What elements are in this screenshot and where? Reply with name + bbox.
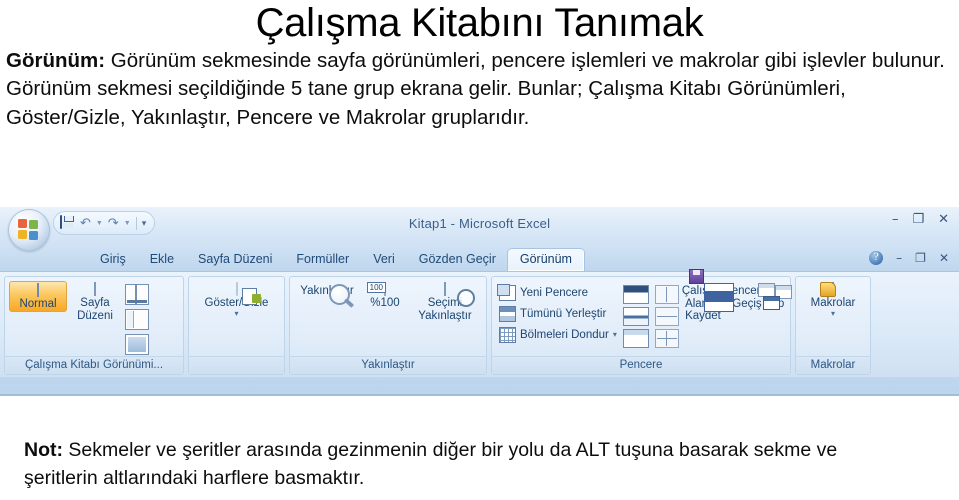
page-layout-icon <box>94 282 96 296</box>
button-zoom-100[interactable]: 100 %100 <box>360 281 410 310</box>
button-yakinlastir-label: Yakınlaştır <box>300 285 354 297</box>
note-lead: Not: <box>24 439 63 461</box>
note-rest: Sekmeler ve şeritler arasında gezinmenin… <box>24 439 838 489</box>
document-title: Kitap1 - Microsoft Excel <box>408 216 551 231</box>
group-body: Göster/Gizle ▾ <box>189 277 284 356</box>
macros-dropdown-icon[interactable]: ▾ <box>800 309 866 317</box>
body-paragraph-lead: Görünüm: <box>6 49 106 72</box>
window-command-list: Yeni Pencere Tümünü Yerleştir Bölmeleri … <box>496 281 620 344</box>
workbook-close-icon[interactable]: ✕ <box>939 252 949 264</box>
group-label-zoom: Yakınlaştır <box>290 356 486 374</box>
maximize-icon[interactable]: ❐ <box>912 213 924 226</box>
synchronous-scrolling-icon[interactable] <box>654 307 679 326</box>
split-window-icon[interactable] <box>622 285 649 304</box>
zoom-badge: 100 <box>366 282 386 293</box>
button-normal[interactable]: Normal <box>9 281 67 312</box>
help-icon[interactable]: ? <box>869 251 884 265</box>
tab-giris[interactable]: Giriş <box>88 249 138 271</box>
command-tumunu-yerlestir[interactable]: Tümünü Yerleştir <box>496 304 620 323</box>
command-bolmeleri-dondur[interactable]: Bölmeleri Dondur ▾ <box>496 325 620 344</box>
page-title: Çalışma Kitabını Tanımak <box>255 1 704 45</box>
ribbon-tab-strip: Giriş Ekle Sayfa Düzeni Formüller Veri G… <box>0 247 959 271</box>
body-paragraph-rest: Görünüm sekmesinde sayfa görünümleri, pe… <box>6 49 945 129</box>
group-label-window: Pencere <box>492 356 790 374</box>
minimize-icon[interactable]: – <box>892 213 899 226</box>
button-zoom-100-label: %100 <box>370 297 400 309</box>
tab-sayfa-duzeni[interactable]: Sayfa Düzeni <box>186 249 284 271</box>
button-makrolar-label: Makrolar <box>810 297 856 309</box>
zoom-to-selection-icon <box>444 282 446 296</box>
button-yakinlastir[interactable]: Yakınlaştır <box>294 281 360 298</box>
button-makrolar[interactable]: Makrolar ▾ <box>800 281 866 317</box>
page-break-preview-icon[interactable] <box>125 284 149 305</box>
group-body: Yakınlaştır 100 %100 Seçimi Yakınlaştır <box>290 277 486 356</box>
command-yeni-pencere[interactable]: Yeni Pencere <box>496 283 620 302</box>
tab-gorunum[interactable]: Görünüm <box>507 249 584 271</box>
command-bolmeleri-dondur-label: Bölmeleri Dondur <box>520 328 609 341</box>
office-logo-icon <box>18 219 40 241</box>
note-paragraph: Not: Sekmeler ve şeritler arasında gezin… <box>24 437 884 492</box>
workbook-views-small-buttons <box>123 281 149 356</box>
ribbon-group-zoom: Yakınlaştır 100 %100 Seçimi Yakınlaştır … <box>289 276 487 375</box>
command-tumunu-yerlestir-label: Tümünü Yerleştir <box>520 307 607 320</box>
group-label-macros: Makrolar <box>796 356 870 374</box>
button-goster-gizle[interactable]: Göster/Gizle ▾ <box>194 281 280 317</box>
command-yeni-pencere-label: Yeni Pencere <box>520 286 588 299</box>
tab-veri[interactable]: Veri <box>361 249 407 271</box>
workbook-restore-icon[interactable]: ❐ <box>915 252 926 264</box>
group-label-workbook-views: Çalışma Kitabı Görünümi... <box>5 356 183 374</box>
tab-formuller[interactable]: Formüller <box>284 249 361 271</box>
button-pencerelerde-gecis-yap[interactable]: Pencerelerde Geçiş Yap <box>724 281 792 310</box>
ribbon-body: Normal Sayfa Düzeni Çalışma Kitabı Görün… <box>0 269 959 377</box>
view-side-by-side-icon[interactable] <box>654 285 679 304</box>
ribbon-group-workbook-views: Normal Sayfa Düzeni Çalışma Kitabı Görün… <box>4 276 184 375</box>
ribbon-group-window: Yeni Pencere Tümünü Yerleştir Bölmeleri … <box>491 269 792 375</box>
tab-gozden-gecir[interactable]: Gözden Geçir <box>407 249 508 271</box>
group-body: Makrolar ▾ <box>796 277 870 356</box>
window-compare-buttons <box>652 281 682 348</box>
full-screen-icon[interactable] <box>125 334 149 355</box>
excel-ribbon-screenshot: ↶ ▼ ↷ ▼ ▾ Kitap1 - Microsoft Excel – ❐ ✕… <box>0 207 959 396</box>
body-paragraph: Görünüm: Görünüm sekmesinde sayfa görünü… <box>0 44 959 132</box>
button-calisma-alanini-kaydet[interactable]: Çalışma Alanını Kaydet <box>682 269 724 323</box>
ribbon-right-controls: ? – ❐ ✕ <box>869 251 949 265</box>
normal-view-icon <box>37 283 39 297</box>
button-sayfa-duzeni[interactable]: Sayfa Düzeni <box>67 281 123 322</box>
freeze-panes-dropdown-icon[interactable]: ▾ <box>613 330 617 339</box>
reset-window-position-icon[interactable] <box>654 329 679 348</box>
new-window-icon <box>497 283 516 301</box>
unhide-window-icon[interactable] <box>622 329 649 348</box>
macro-badge-icon <box>820 282 836 297</box>
show-hide-icon <box>235 282 238 296</box>
group-body: Yeni Pencere Tümünü Yerleştir Bölmeleri … <box>492 269 792 356</box>
window-thumbnail-buttons <box>620 281 652 348</box>
window-controls: – ❐ ✕ <box>892 213 949 226</box>
close-icon[interactable]: ✕ <box>938 213 949 226</box>
ribbon-group-macros: Makrolar ▾ Makrolar <box>795 276 871 375</box>
freeze-panes-icon <box>499 326 516 343</box>
excel-title-bar: ↶ ▼ ↷ ▼ ▾ Kitap1 - Microsoft Excel – ❐ ✕ <box>0 207 959 251</box>
group-body: Normal Sayfa Düzeni <box>5 277 183 356</box>
tab-ekle[interactable]: Ekle <box>138 249 186 271</box>
office-button-icon[interactable] <box>8 209 50 251</box>
ribbon-group-show-hide: Göster/Gizle ▾ <box>188 276 285 375</box>
custom-views-icon[interactable] <box>125 309 149 330</box>
show-hide-dropdown-icon[interactable]: ▾ <box>194 309 280 317</box>
hide-window-icon[interactable] <box>622 307 649 326</box>
zoom-100-icon: 100 <box>366 282 386 296</box>
button-secimi-yakinlastir[interactable]: Seçimi Yakınlaştır <box>410 281 480 322</box>
group-label-show-hide <box>189 356 284 374</box>
save-disk-icon <box>688 269 704 284</box>
button-sayfa-duzeni-label: Sayfa Düzeni <box>77 297 113 322</box>
button-goster-gizle-label: Göster/Gizle <box>204 297 269 309</box>
arrange-all-icon <box>499 305 516 322</box>
workbook-minimize-icon[interactable]: – <box>896 252 902 264</box>
button-normal-label: Normal <box>19 298 57 310</box>
macros-icon <box>820 282 836 297</box>
